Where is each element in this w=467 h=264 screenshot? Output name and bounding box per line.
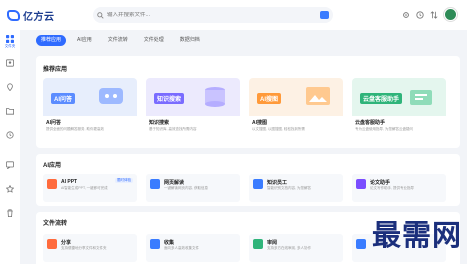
cloud-logo-icon [7, 9, 20, 21]
section-title: AI应用 [43, 163, 62, 169]
sidebar-item-7[interactable] [0, 182, 20, 204]
app-desc: 智能识别文档内容, 为您解答 [267, 186, 311, 190]
clock-icon [6, 131, 14, 139]
worker-icon [253, 179, 263, 189]
database-icon [205, 87, 225, 107]
app-name: 知识员工 [267, 180, 288, 186]
paper-icon [356, 179, 366, 189]
tab-ai-apps[interactable]: AI应用 [72, 35, 97, 46]
rec-card-knowledge-search[interactable]: 知识搜索 知识搜索 基于知识库, 高效查找所需内容 [146, 78, 240, 136]
rec-banner: 知识搜索 [146, 78, 240, 116]
rec-name: AI问答 [46, 120, 62, 126]
review-icon [253, 239, 263, 249]
sidebar-item-4[interactable] [0, 104, 20, 126]
app-card-paper-assistant[interactable]: 论文助手 论文写作助手, 提供专业指导 [352, 174, 446, 202]
collect-icon [150, 239, 160, 249]
folder-icon [6, 108, 14, 115]
top-bar: 亿方云 [0, 0, 467, 30]
rec-name: 知识搜索 [149, 120, 170, 126]
star-icon [6, 185, 14, 193]
trial-badge: 限时体验 [115, 178, 133, 183]
app-desc: 面向多人高效收集文件 [164, 246, 199, 250]
message-icon [6, 161, 14, 169]
sidebar-item-label: 文件夹 [4, 44, 16, 48]
avatar[interactable] [444, 8, 457, 21]
sidebar-item-6[interactable] [0, 158, 20, 180]
rec-name: 云盘客服助手 [355, 120, 386, 126]
logo-text: 亿方云 [23, 11, 55, 23]
watermark: 最需网 [371, 218, 462, 252]
rec-banner: 云盘客服助手 [352, 78, 446, 116]
tab-file-processing[interactable]: 文件处理 [139, 35, 169, 46]
user-card-icon [6, 59, 14, 67]
sidebar: 文件夹 [0, 30, 20, 264]
rec-tag: 知识搜索 [154, 93, 185, 104]
rec-name: AI搜图 [252, 120, 268, 126]
app-name: 审阅 [267, 240, 278, 246]
search-bar [93, 7, 333, 23]
rec-card-ai-qa[interactable]: AI问答 AI问答 提供全面的问题解答服务, 助你更高效 [43, 78, 137, 136]
app-card-collect[interactable]: 收集 面向多人高效收集文件 [146, 234, 240, 262]
grid-icon [6, 35, 14, 43]
app-name: AI PPT [61, 179, 78, 185]
clock-icon[interactable] [416, 10, 424, 19]
rec-desc: 基于知识库, 高效查找所需内容 [149, 127, 197, 131]
transfer-icon[interactable] [430, 10, 438, 19]
sidebar-item-8[interactable] [0, 206, 20, 228]
app-card-ai-ppt[interactable]: AI PPT AI智能生成PPT, 一键即可完成 限时体验 [43, 174, 137, 202]
rec-tag: 云盘客服助手 [360, 93, 403, 104]
toolbar-icons [402, 8, 457, 21]
app-desc: 论文写作助手, 提供专业指导 [370, 186, 414, 190]
ai-apps-panel: AI应用 AI PPT AI智能生成PPT, 一键即可完成 限时体验 网页解读 … [36, 154, 460, 206]
rec-banner: AI问答 [43, 78, 137, 116]
app-name: 分享 [61, 240, 72, 246]
app-name: 收集 [164, 240, 175, 246]
cloud-box-icon [410, 90, 432, 105]
rec-desc: 以文搜图, 以图搜图, 轻松找到所需 [252, 127, 305, 131]
sidebar-item-2[interactable] [0, 56, 20, 78]
rec-desc: 专为云盘使用指导, 为您解答云盘疑问 [355, 127, 413, 131]
chat-robot-icon [99, 88, 123, 104]
image-search-icon[interactable] [320, 11, 329, 19]
share-icon [47, 239, 57, 249]
search-icon [93, 7, 107, 23]
section-title: 文件流转 [43, 221, 68, 227]
app-icon [356, 239, 366, 249]
trash-icon [7, 209, 13, 217]
app-desc: AI智能生成PPT, 一键即可完成 [61, 186, 108, 190]
rec-tag: AI问答 [51, 93, 76, 104]
logo[interactable]: 亿方云 [7, 8, 87, 23]
search-input[interactable] [107, 12, 307, 18]
rec-card-support-assistant[interactable]: 云盘客服助手 云盘客服助手 专为云盘使用指导, 为您解答云盘疑问 [352, 78, 446, 136]
category-tabs: 推荐应用 AI应用 文件流转 文件处理 数据归档 [36, 35, 205, 46]
section-title: 推荐应用 [43, 67, 68, 73]
settings-icon[interactable] [402, 11, 410, 19]
app-name: 论文助手 [370, 180, 391, 186]
web-icon [150, 179, 160, 189]
app-desc: 支持便捷地分享文件和文件夹 [61, 246, 107, 250]
sidebar-item-3[interactable] [0, 80, 20, 102]
app-card-web-reader[interactable]: 网页解读 一键解读网页内容, 获取信息 [146, 174, 240, 202]
app-desc: 一键解读网页内容, 获取信息 [164, 186, 208, 190]
recommended-panel: 推荐应用 AI问答 AI问答 提供全面的问题解答服务, 助你更高效 知识搜索 知… [36, 56, 460, 148]
tab-recommended[interactable]: 推荐应用 [36, 35, 67, 46]
tab-file-flow[interactable]: 文件流转 [103, 35, 133, 46]
app-card-share[interactable]: 分享 支持便捷地分享文件和文件夹 [43, 234, 137, 262]
image-icon [306, 87, 330, 105]
rec-desc: 提供全面的问题解答服务, 助你更高效 [46, 127, 104, 131]
rec-card-ai-image-search[interactable]: AI搜图 AI搜图 以文搜图, 以图搜图, 轻松找到所需 [249, 78, 343, 136]
rec-banner: AI搜图 [249, 78, 343, 116]
tab-data-archive[interactable]: 数据归档 [175, 35, 205, 46]
rec-tag: AI搜图 [257, 93, 282, 104]
app-desc: 支持多方在线审阅, 多人协作 [267, 246, 311, 250]
app-name: 网页解读 [164, 180, 185, 186]
app-card-review[interactable]: 审阅 支持多方在线审阅, 多人协作 [249, 234, 343, 262]
sidebar-item-5[interactable] [0, 128, 20, 150]
app-card-knowledge-worker[interactable]: 知识员工 智能识别文档内容, 为您解答 [249, 174, 343, 202]
location-icon [7, 83, 13, 91]
sidebar-item-files[interactable]: 文件夹 [0, 32, 20, 54]
ppt-icon [47, 179, 57, 189]
